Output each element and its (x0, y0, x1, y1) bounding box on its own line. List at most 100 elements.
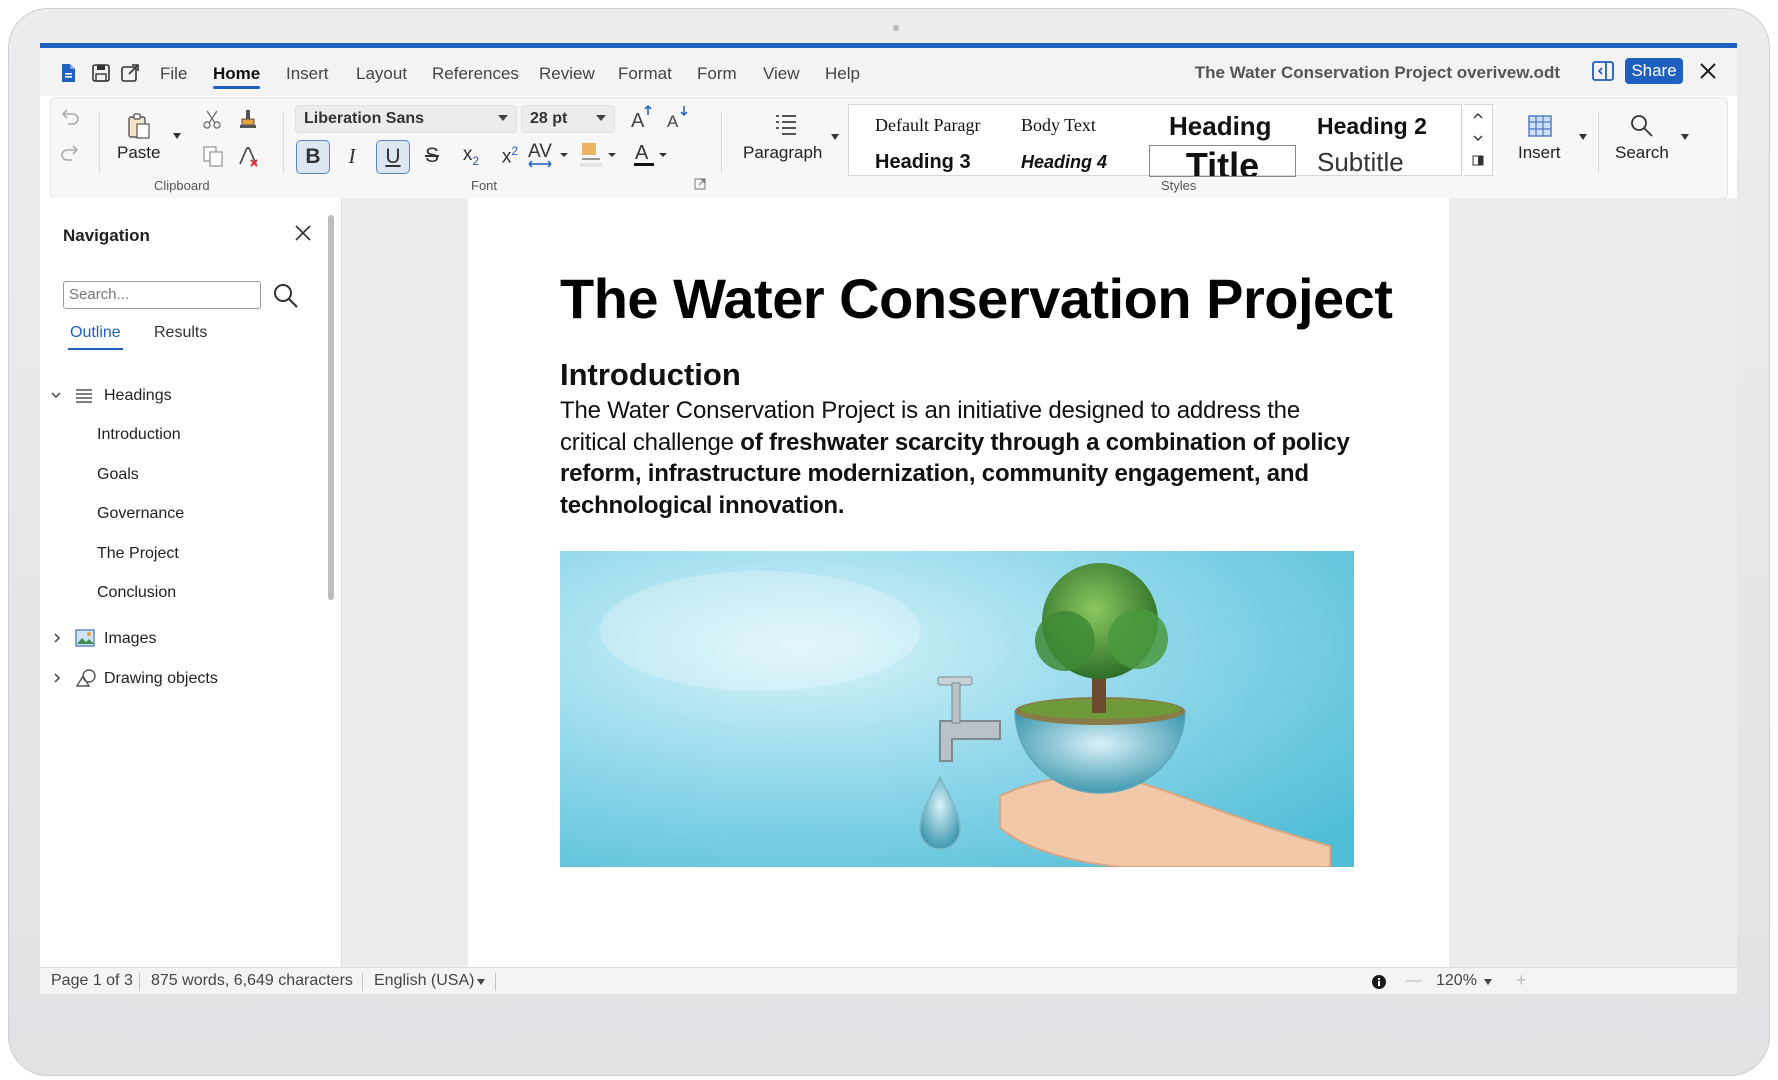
shrink-font-icon[interactable]: A (665, 103, 691, 131)
tree-heading-item[interactable]: Goals (97, 466, 139, 484)
tree-drawing-objects[interactable]: Drawing objects (104, 670, 218, 688)
insert-table-icon[interactable] (1527, 114, 1553, 138)
tree-heading-item[interactable]: Governance (97, 505, 184, 523)
navigation-search-input[interactable] (63, 281, 261, 309)
paste-dropdown-icon[interactable] (173, 133, 181, 139)
zoom-dropdown-icon[interactable] (1484, 979, 1492, 985)
tree-images[interactable]: Images (104, 630, 156, 648)
open-external-icon[interactable] (119, 62, 141, 84)
clear-formatting-icon[interactable] (237, 144, 261, 168)
search-dropdown-icon[interactable] (1681, 134, 1689, 140)
tab-outline[interactable]: Outline (68, 324, 123, 350)
style-heading-2[interactable]: Heading 2 (1317, 113, 1431, 140)
chevron-down-icon[interactable] (1472, 133, 1484, 143)
font-color-icon[interactable]: A (632, 139, 672, 171)
menu-help[interactable]: Help (825, 64, 860, 84)
style-heading-4[interactable]: Heading 4 (1021, 152, 1141, 173)
close-icon[interactable] (1699, 62, 1717, 80)
font-size-select[interactable]: 28 pt (521, 105, 615, 133)
paragraph-dropdown-icon[interactable] (831, 134, 839, 140)
menu-insert[interactable]: Insert (286, 64, 329, 84)
language-dropdown-icon[interactable] (477, 979, 485, 985)
zoom-level[interactable]: 120% (1436, 972, 1477, 990)
font-name-select[interactable]: Liberation Sans (295, 105, 517, 133)
style-default-paragraph[interactable]: Default Paragr (875, 115, 1005, 136)
styles-gallery: Default Paragr Body Text Heading Heading… (848, 104, 1462, 178)
navigation-scrollbar[interactable] (328, 215, 334, 600)
copy-icon[interactable] (201, 144, 225, 168)
strikethrough-button[interactable]: S (416, 140, 448, 172)
introduction-heading[interactable]: Introduction (560, 357, 741, 393)
close-navigation-icon[interactable] (295, 225, 311, 241)
chevron-right-icon[interactable] (52, 672, 62, 684)
style-title[interactable]: Title (1149, 145, 1296, 177)
tree-headings[interactable]: Headings (104, 387, 172, 405)
zoom-in-icon[interactable]: + (1516, 970, 1527, 991)
menu-format[interactable]: Format (618, 64, 672, 84)
font-dialog-launcher-icon[interactable] (694, 178, 706, 190)
subscript-button[interactable]: x2 (455, 140, 487, 172)
ribbon: Paste Clipboard Liberation Sans 28 pt A … (50, 97, 1728, 199)
menu-references[interactable]: References (432, 64, 519, 84)
search-button[interactable]: Search (1615, 143, 1669, 163)
chevron-up-icon[interactable] (1472, 111, 1484, 121)
grow-font-icon[interactable]: A (629, 103, 655, 131)
paste-button[interactable]: Paste (117, 143, 160, 163)
menu-form[interactable]: Form (697, 64, 737, 84)
info-icon[interactable] (1371, 974, 1387, 990)
search-icon[interactable] (1628, 113, 1656, 139)
paragraph-button[interactable]: Paragraph (743, 143, 822, 163)
character-spacing-icon[interactable]: AV (526, 139, 570, 171)
tab-results[interactable]: Results (154, 324, 207, 342)
tree-heading-item[interactable]: Introduction (97, 426, 181, 444)
underline-button[interactable]: U (376, 140, 410, 174)
share-button[interactable]: Share (1625, 58, 1683, 84)
insert-dropdown-icon[interactable] (1579, 134, 1587, 140)
navigation-search-icon[interactable] (272, 282, 300, 310)
redo-icon[interactable] (59, 142, 81, 162)
sidebar-toggle-icon[interactable] (1591, 60, 1615, 82)
navigation-panel: Navigation Outline Results Headings Intr… (40, 198, 342, 968)
italic-button[interactable]: I (336, 140, 368, 172)
menu-layout[interactable]: Layout (356, 64, 407, 84)
paste-icon[interactable] (125, 112, 153, 140)
introduction-paragraph[interactable]: The Water Conservation Project is an ini… (560, 395, 1360, 521)
document-page[interactable]: The Water Conservation Project Introduct… (468, 198, 1449, 968)
menu-view[interactable]: View (763, 64, 800, 84)
clone-formatting-icon[interactable] (237, 107, 259, 131)
chevron-right-icon[interactable] (52, 632, 62, 644)
zoom-out-icon[interactable]: — (1406, 972, 1422, 990)
cut-icon[interactable] (201, 108, 223, 130)
style-subtitle[interactable]: Subtitle (1317, 147, 1437, 178)
highlight-color-icon[interactable] (576, 139, 624, 171)
save-icon[interactable] (90, 62, 112, 84)
menu-file[interactable]: File (160, 64, 187, 84)
superscript-button[interactable]: x2 (494, 140, 526, 172)
clipboard-group-label: Clipboard (154, 178, 210, 193)
word-count[interactable]: 875 words, 6,649 characters (151, 972, 353, 990)
chevron-down-icon[interactable] (50, 390, 62, 400)
document-icon[interactable] (57, 62, 79, 84)
divider (1598, 112, 1599, 174)
insert-button[interactable]: Insert (1518, 143, 1561, 163)
style-body-text[interactable]: Body Text (1021, 115, 1141, 136)
undo-icon[interactable] (59, 106, 81, 126)
tree-heading-item[interactable]: The Project (97, 545, 179, 563)
paragraph-icon[interactable] (773, 112, 799, 138)
document-title-heading[interactable]: The Water Conservation Project (560, 266, 1393, 331)
style-heading[interactable]: Heading (1169, 111, 1319, 142)
styles-more-icon[interactable] (1472, 155, 1484, 167)
divider (139, 973, 140, 991)
drawing-objects-icon (75, 669, 96, 687)
menu-home[interactable]: Home (213, 64, 261, 89)
language-select[interactable]: English (USA) (374, 972, 474, 990)
tree-heading-item[interactable]: Conclusion (97, 584, 176, 602)
style-heading-3[interactable]: Heading 3 (875, 151, 1005, 174)
headings-icon (76, 389, 92, 403)
page-count[interactable]: Page 1 of 3 (51, 972, 133, 990)
menu-review[interactable]: Review (539, 64, 595, 84)
bold-button[interactable]: B (296, 140, 330, 174)
svg-text:A: A (667, 112, 679, 131)
water-conservation-image[interactable] (560, 551, 1354, 867)
svg-text:A: A (635, 142, 649, 164)
